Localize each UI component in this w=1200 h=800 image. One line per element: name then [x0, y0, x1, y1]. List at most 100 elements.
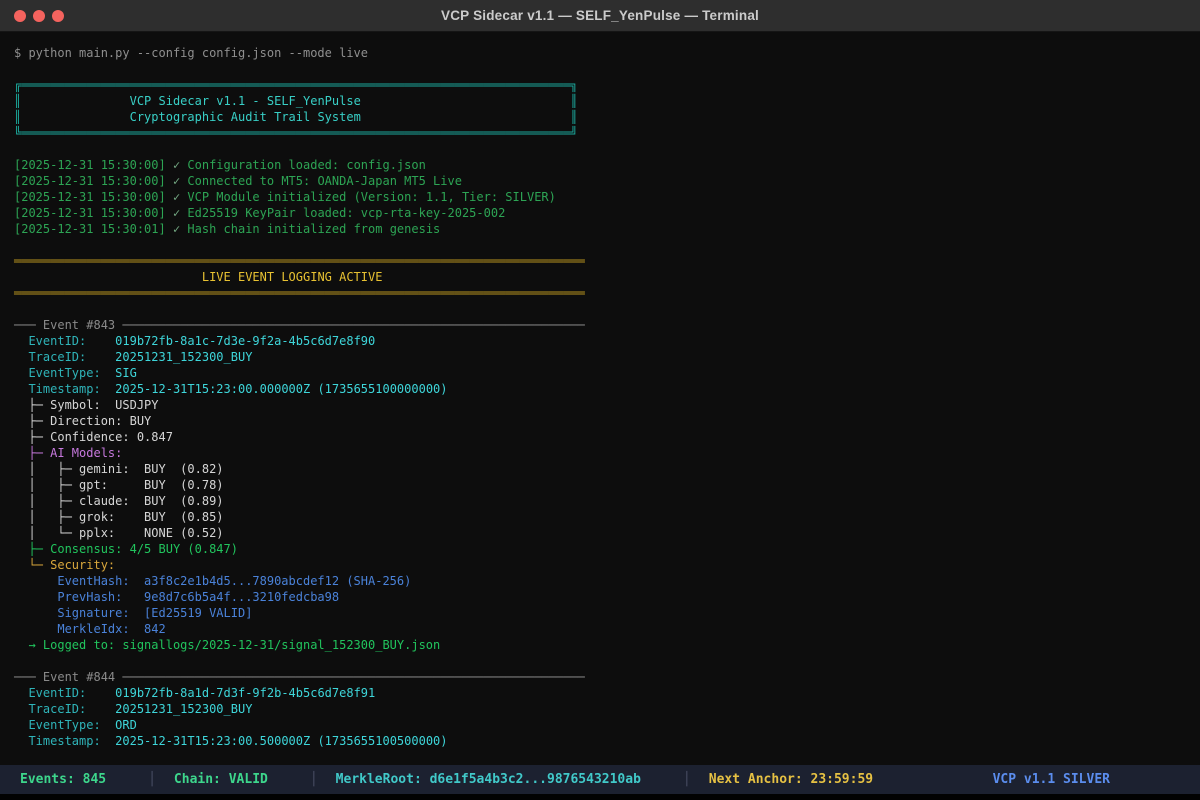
log-line-hashchain: [2025-12-31 15:30:01] ✓ Hash chain initi…: [14, 221, 1200, 237]
text-segment: Configuration loaded: config.json: [187, 158, 425, 172]
status-chain: Chain: VALID: [174, 772, 268, 787]
command-line: $ python main.py --config config.json --…: [14, 45, 1200, 61]
window-title: VCP Sidecar v1.1 — SELF_YenPulse — Termi…: [0, 8, 1200, 23]
text-segment: EventType:: [14, 718, 115, 732]
status-separator: │: [683, 772, 691, 787]
event-843-confidence: ├─ Confidence: 0.847: [14, 429, 1200, 445]
text-segment: [14, 270, 202, 284]
text-segment: ║: [570, 110, 577, 124]
security-merkleidx: MerkleIdx: 842: [14, 621, 1200, 637]
log-line-mt5: [2025-12-31 15:30:00] ✓ Connected to MT5…: [14, 173, 1200, 189]
text-segment: ├─ Symbol: USDJPY: [14, 398, 159, 412]
text-segment: [21, 110, 129, 124]
minimize-button[interactable]: [33, 10, 45, 22]
text-segment: Timestamp:: [14, 382, 115, 396]
live-banner-text: LIVE EVENT LOGGING ACTIVE: [14, 269, 1200, 285]
status-separator: │: [310, 772, 318, 787]
event-843-consensus: ├─ Consensus: 4/5 BUY (0.847): [14, 541, 1200, 557]
status-separator: │: [148, 772, 156, 787]
event-843-timestamp: Timestamp: 2025-12-31T15:23:00.000000Z (…: [14, 381, 1200, 397]
ai-model-grok: │ ├─ grok: BUY (0.85): [14, 509, 1200, 525]
text-segment: │ └─ pplx: NONE (0.52): [14, 526, 224, 540]
terminal-output[interactable]: $ python main.py --config config.json --…: [0, 32, 1200, 765]
text-segment: Timestamp:: [14, 734, 115, 748]
blank-line: [14, 61, 1200, 77]
text-segment: ╗: [570, 78, 577, 92]
traffic-lights: [14, 0, 64, 32]
text-segment: ├─ Direction: BUY: [14, 414, 151, 428]
text-segment: ✓: [173, 190, 187, 204]
text-segment: ║: [570, 94, 577, 108]
text-segment: MerkleIdx: 842: [14, 622, 166, 636]
text-segment: LIVE EVENT LOGGING ACTIVE: [202, 270, 383, 284]
text-segment: ───: [14, 318, 36, 332]
event-843-eventtype: EventType: SIG: [14, 365, 1200, 381]
banner-border-top: ╔═══════════════════════════════════════…: [14, 77, 1200, 93]
event-844-eventtype: EventType: ORD: [14, 717, 1200, 733]
text-segment: ORD: [115, 718, 137, 732]
text-segment: TraceID:: [14, 702, 115, 716]
text-segment: Signature: [Ed25519 VALID]: [14, 606, 252, 620]
log-line-vcp-module: [2025-12-31 15:30:00] ✓ VCP Module initi…: [14, 189, 1200, 205]
live-banner-rule-top: ════════════════════════════════════════…: [14, 253, 1200, 269]
text-segment: ✓: [173, 222, 187, 236]
status-next-anchor: Next Anchor: 23:59:59: [709, 772, 873, 787]
text-segment: VCP Sidecar v1.1 - SELF_YenPulse: [130, 94, 361, 108]
text-segment: [2025-12-31 15:30:00]: [14, 206, 173, 220]
text-segment: ✓: [173, 174, 187, 188]
banner-title: ║ VCP Sidecar v1.1 - SELF_YenPulse ║: [14, 93, 1200, 109]
text-segment: [2025-12-31 15:30:00]: [14, 190, 173, 204]
event-843-header: ─── Event #843 ─────────────────────────…: [14, 317, 1200, 333]
text-segment: 019b72fb-8a1c-7d3e-9f2a-4b5c6d7e8f90: [115, 334, 375, 348]
text-segment: [2025-12-31 15:30:00]: [14, 174, 173, 188]
text-segment: → Logged to: signallogs/2025-12-31/signa…: [14, 638, 440, 652]
text-segment: Event #844: [36, 670, 123, 684]
ai-model-pplx: │ └─ pplx: NONE (0.52): [14, 525, 1200, 541]
status-bar: Events: 845│Chain: VALID│MerkleRoot: d6e…: [0, 765, 1200, 794]
text-segment: [2025-12-31 15:30:01]: [14, 222, 173, 236]
text-segment: ════════════════════════════════════════…: [14, 286, 585, 300]
text-segment: 20251231_152300_BUY: [115, 350, 252, 364]
event-843-ai-models-header: ├─ AI Models:: [14, 445, 1200, 461]
text-segment: ════════════════════════════════════════…: [14, 254, 585, 268]
title-bar: VCP Sidecar v1.1 — SELF_YenPulse — Termi…: [0, 0, 1200, 32]
text-segment: EventType:: [14, 366, 115, 380]
text-segment: ════════════════════════════════════════…: [21, 126, 570, 140]
text-segment: │ ├─ gpt: BUY (0.78): [14, 478, 224, 492]
blank-line: [14, 301, 1200, 317]
text-segment: [2025-12-31 15:30:00]: [14, 158, 173, 172]
banner-border-bottom: ╚═══════════════════════════════════════…: [14, 125, 1200, 141]
text-segment: 019b72fb-8a1d-7d3f-9f2b-4b5c6d7e8f91: [115, 686, 375, 700]
terminal-window: VCP Sidecar v1.1 — SELF_YenPulse — Termi…: [0, 0, 1200, 800]
text-segment: [361, 94, 571, 108]
live-banner-rule-bottom: ════════════════════════════════════════…: [14, 285, 1200, 301]
close-button[interactable]: [14, 10, 26, 22]
text-segment: ───: [14, 670, 36, 684]
banner-subtitle: ║ Cryptographic Audit Trail System ║: [14, 109, 1200, 125]
text-segment: SIG: [115, 366, 137, 380]
bottom-gap: [0, 794, 1200, 800]
text-segment: [361, 110, 571, 124]
zoom-button[interactable]: [52, 10, 64, 22]
event-844-timestamp: Timestamp: 2025-12-31T15:23:00.500000Z (…: [14, 733, 1200, 749]
status-merkle-root: MerkleRoot: d6e1f5a4b3c2...9876543210ab: [336, 772, 641, 787]
text-segment: EventHash: a3f8c2e1b4d5...7890abcdef12 (…: [14, 574, 411, 588]
text-segment: Ed25519 KeyPair loaded: vcp-rta-key-2025…: [187, 206, 505, 220]
text-segment: └─ Security:: [14, 558, 115, 572]
event-843-traceid: TraceID: 20251231_152300_BUY: [14, 349, 1200, 365]
ai-model-claude: │ ├─ claude: BUY (0.89): [14, 493, 1200, 509]
text-segment: Connected to MT5: OANDA-Japan MT5 Live: [187, 174, 462, 188]
text-segment: ────────────────────────────────────────…: [122, 670, 584, 684]
text-segment: ════════════════════════════════════════…: [21, 78, 570, 92]
security-eventhash: EventHash: a3f8c2e1b4d5...7890abcdef12 (…: [14, 573, 1200, 589]
text-segment: ────────────────────────────────────────…: [122, 318, 584, 332]
text-segment: ✓: [173, 158, 187, 172]
ai-model-gpt: │ ├─ gpt: BUY (0.78): [14, 477, 1200, 493]
text-segment: ✓: [173, 206, 187, 220]
text-segment: Event #843: [36, 318, 123, 332]
event-843-symbol: ├─ Symbol: USDJPY: [14, 397, 1200, 413]
text-segment: ├─ Consensus: 4/5 BUY (0.847): [14, 542, 238, 556]
blank-line: [14, 237, 1200, 253]
ai-model-gemini: │ ├─ gemini: BUY (0.82): [14, 461, 1200, 477]
text-segment: ╝: [570, 126, 577, 140]
